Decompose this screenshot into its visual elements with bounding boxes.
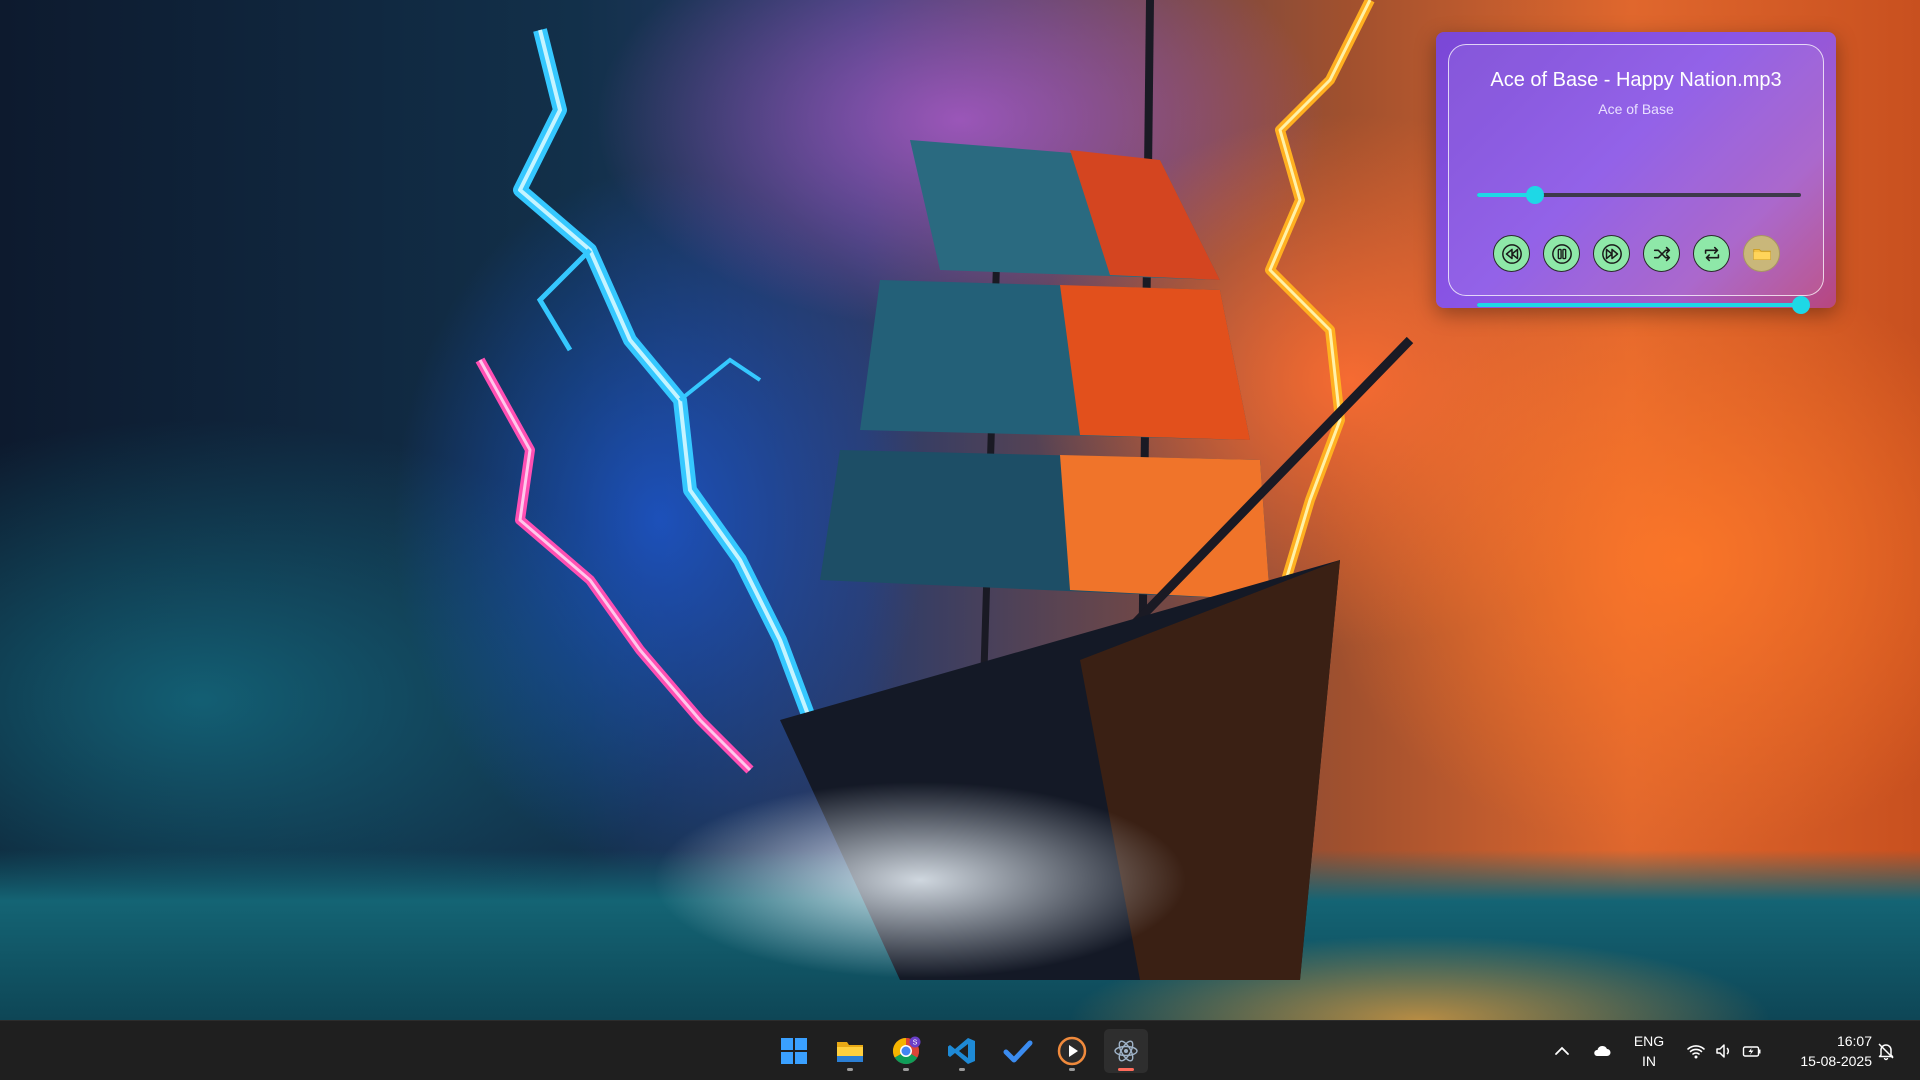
- cloud-icon: [1594, 1045, 1611, 1056]
- system-clock[interactable]: 16:07 15-08-2025: [1776, 1031, 1872, 1071]
- shuffle-button[interactable]: [1643, 235, 1680, 272]
- folder-icon: [1752, 248, 1771, 260]
- rewind-button[interactable]: [1493, 235, 1530, 272]
- clock-date: 15-08-2025: [1800, 1053, 1872, 1069]
- taskbar-vscode[interactable]: [940, 1029, 984, 1073]
- file-explorer-icon: [837, 1042, 863, 1062]
- chrome-profile-badge: S: [913, 1040, 918, 1047]
- start-button[interactable]: [772, 1029, 816, 1073]
- running-indicator: [847, 1068, 853, 1071]
- media-player-widget[interactable]: Ace of Base - Happy Nation.mp3 Ace of Ba…: [1436, 32, 1836, 314]
- repeat-button[interactable]: [1693, 235, 1730, 272]
- region-code: IN: [1642, 1053, 1656, 1069]
- chevron-up-icon: [1555, 1046, 1569, 1055]
- playback-controls: [1493, 235, 1780, 275]
- pause-button[interactable]: [1543, 235, 1580, 272]
- clock-time: 16:07: [1836, 1033, 1872, 1049]
- taskbar-media-player[interactable]: [1050, 1029, 1094, 1073]
- network-tray[interactable]: [1684, 1039, 1708, 1063]
- media-player-icon: [1057, 1036, 1087, 1066]
- seek-slider[interactable]: [1477, 186, 1801, 204]
- taskbar-chrome[interactable]: S: [884, 1029, 928, 1073]
- open-folder-button[interactable]: [1743, 235, 1780, 272]
- active-indicator: [1118, 1068, 1134, 1071]
- speaker-icon: [1716, 1044, 1730, 1058]
- track-title: Ace of Base - Happy Nation.mp3: [1490, 69, 1782, 91]
- notifications-button[interactable]: [1874, 1039, 1898, 1063]
- track-artist: Ace of Base: [1598, 101, 1674, 117]
- battery-tray[interactable]: [1740, 1039, 1764, 1063]
- running-indicator: [903, 1068, 909, 1071]
- vscode-icon: [948, 1038, 975, 1064]
- volume-slider[interactable]: [1477, 296, 1810, 314]
- taskbar: S ENG IN 16:07 15-08-2025: [0, 1020, 1920, 1080]
- running-indicator: [1069, 1068, 1075, 1071]
- chrome-icon: S: [892, 1036, 921, 1065]
- battery-charging-icon: [1742, 1046, 1761, 1057]
- taskbar-todo[interactable]: [996, 1029, 1040, 1073]
- todo-check-icon: [1003, 1040, 1033, 1063]
- shuffle-icon: [1653, 246, 1670, 261]
- windows-start-icon: [781, 1038, 807, 1064]
- language-code: ENG: [1633, 1033, 1665, 1049]
- running-indicator: [959, 1068, 965, 1071]
- notification-bell-icon: [1878, 1043, 1894, 1061]
- repeat-icon: [1704, 246, 1719, 261]
- show-hidden-icons-button[interactable]: [1550, 1039, 1574, 1063]
- volume-tray[interactable]: [1712, 1039, 1736, 1063]
- wifi-icon: [1687, 1045, 1705, 1059]
- volume-slider-thumb[interactable]: [1792, 296, 1810, 314]
- fast-forward-button[interactable]: [1593, 235, 1630, 272]
- fast-forward-icon: [1601, 243, 1622, 264]
- onedrive-tray[interactable]: [1590, 1039, 1614, 1063]
- pause-icon: [1551, 243, 1572, 264]
- media-player-panel: Ace of Base - Happy Nation.mp3 Ace of Ba…: [1448, 44, 1824, 314]
- taskbar-electron-app[interactable]: [1104, 1029, 1148, 1073]
- taskbar-file-explorer[interactable]: [828, 1029, 872, 1073]
- electron-icon: [1114, 1040, 1138, 1062]
- volume-slider-fill: [1477, 303, 1801, 307]
- seek-slider-thumb[interactable]: [1526, 186, 1545, 204]
- input-language-indicator[interactable]: ENG IN: [1626, 1031, 1672, 1071]
- rewind-icon: [1501, 243, 1522, 264]
- wallpaper-spray: [520, 700, 1340, 1020]
